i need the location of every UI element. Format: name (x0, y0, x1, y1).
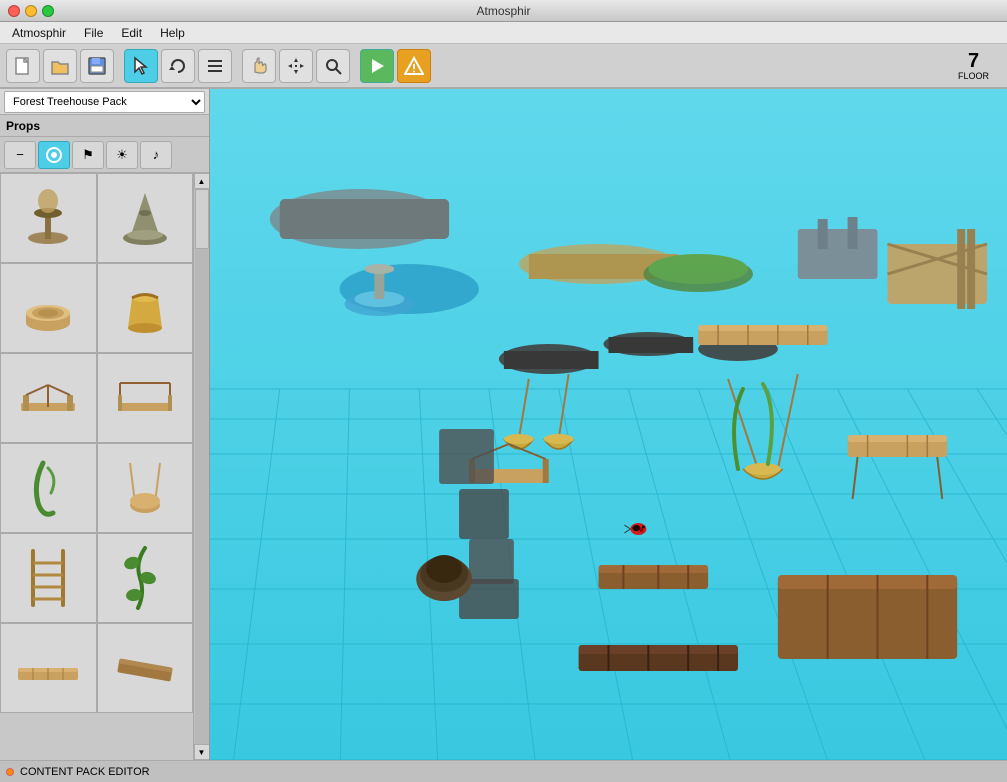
bottom-bar-label: CONTENT PACK EDITOR (20, 766, 150, 778)
prop-vine-hook[interactable] (0, 443, 97, 533)
open-button[interactable] (43, 49, 77, 83)
floor-display: 7 FLOOR (946, 49, 1001, 83)
filter-shapes[interactable] (38, 141, 70, 169)
menu-file[interactable]: File (76, 24, 111, 42)
scroll-track[interactable] (195, 189, 209, 744)
status-indicator (6, 768, 14, 776)
prop-bridge-b[interactable] (97, 353, 194, 443)
toolbar: 7 FLOOR (0, 44, 1007, 88)
filter-flags[interactable]: ⚑ (72, 141, 104, 169)
play-button[interactable] (360, 49, 394, 83)
menu-bar: Atmosphir File Edit Help (0, 22, 1007, 44)
pack-dropdown[interactable]: Forest Treehouse Pack Basic Pack Medieva… (4, 91, 205, 113)
maximize-button[interactable] (42, 5, 54, 17)
prop-bucket[interactable] (97, 263, 194, 353)
floor-label: FLOOR (954, 71, 993, 81)
prop-rope-swing[interactable] (97, 443, 194, 533)
close-button[interactable] (8, 5, 20, 17)
select-button[interactable] (124, 49, 158, 83)
move-button[interactable] (279, 49, 313, 83)
grab-button[interactable] (242, 49, 276, 83)
props-grid (0, 173, 193, 760)
filter-all[interactable]: − (4, 141, 36, 169)
prop-ornate-base[interactable] (97, 173, 194, 263)
list-button[interactable] (198, 49, 232, 83)
menu-help[interactable]: Help (152, 24, 193, 42)
prop-bridge-a[interactable] (0, 353, 97, 443)
save-button[interactable] (80, 49, 114, 83)
pack-selector: Forest Treehouse Pack Basic Pack Medieva… (0, 89, 209, 115)
props-header: Props (0, 115, 209, 137)
menu-edit[interactable]: Edit (113, 24, 150, 42)
prop-log-stump[interactable] (0, 263, 97, 353)
canvas-area[interactable] (210, 89, 1007, 760)
rotate-button[interactable] (161, 49, 195, 83)
prop-ladder[interactable] (0, 533, 97, 623)
filter-bar: − ⚑ ☀ ♪ (0, 137, 209, 173)
filter-sounds[interactable]: ♪ (140, 141, 172, 169)
title-bar: Atmosphir (0, 0, 1007, 22)
new-button[interactable] (6, 49, 40, 83)
scroll-thumb[interactable] (195, 189, 209, 249)
zoom-button[interactable] (316, 49, 350, 83)
sidebar: Forest Treehouse Pack Basic Pack Medieva… (0, 89, 210, 760)
main-layout: Forest Treehouse Pack Basic Pack Medieva… (0, 89, 1007, 760)
props-grid-container: ▲ ▼ (0, 173, 209, 760)
prop-vines[interactable] (97, 533, 194, 623)
sidebar-scrollbar: ▲ ▼ (193, 173, 209, 760)
prop-table-lamp[interactable] (0, 173, 97, 263)
window-title: Atmosphir (476, 4, 530, 18)
filter-lights[interactable]: ☀ (106, 141, 138, 169)
prop-wood-plank-b[interactable] (97, 623, 194, 713)
minimize-button[interactable] (25, 5, 37, 17)
floor-number: 7 (954, 51, 993, 71)
scroll-down[interactable]: ▼ (194, 744, 210, 760)
warning-button[interactable] (397, 49, 431, 83)
window-controls[interactable] (8, 5, 54, 17)
bottom-bar: CONTENT PACK EDITOR (0, 760, 1007, 782)
menu-atmosphir[interactable]: Atmosphir (4, 24, 74, 42)
prop-wood-plank-a[interactable] (0, 623, 97, 713)
scroll-up[interactable]: ▲ (194, 173, 210, 189)
